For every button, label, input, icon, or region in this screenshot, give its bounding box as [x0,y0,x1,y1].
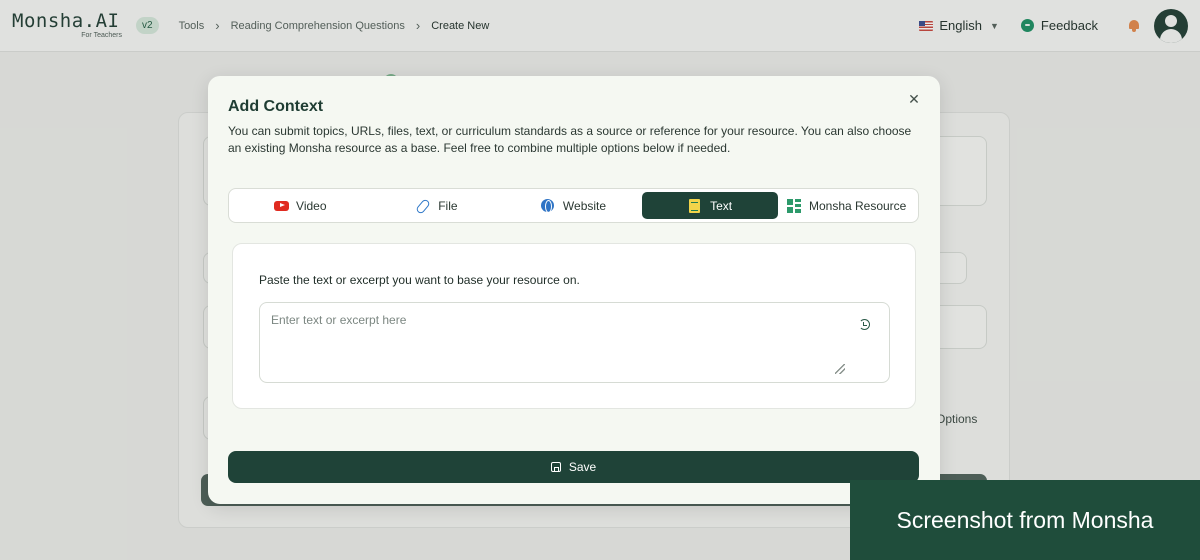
tab-monsha-resource[interactable]: Monsha Resource [778,192,915,219]
paperclip-icon [416,199,430,213]
globe-icon [540,198,555,213]
grid-icon [786,198,801,213]
tab-video-label: Video [296,198,327,213]
history-icon[interactable] [859,319,870,330]
tab-file[interactable]: File [369,192,506,219]
resize-handle-icon[interactable] [835,364,845,374]
tab-monsha-resource-label: Monsha Resource [808,198,907,213]
add-context-modal: ✕ Add Context You can submit topics, URL… [208,76,940,504]
tab-text-label: Text [710,198,733,213]
tab-text[interactable]: Text [641,192,779,219]
context-tabs: Video File Website Text Monsha Resource [228,188,919,223]
document-icon [688,198,702,213]
watermark-banner: Screenshot from Monsha [850,480,1200,560]
save-button-label: Save [568,460,597,474]
text-excerpt-input[interactable] [260,303,889,382]
text-input-wrapper [259,302,890,383]
save-button[interactable]: Save [228,451,919,483]
tab-video[interactable]: Video [232,192,369,219]
youtube-icon [274,199,290,213]
save-icon [550,462,561,472]
text-input-label: Paste the text or excerpt you want to ba… [259,273,580,287]
tab-file-label: File [438,198,458,213]
text-input-panel: Paste the text or excerpt you want to ba… [232,243,916,409]
tab-website[interactable]: Website [505,192,642,219]
tab-website-label: Website [562,198,607,213]
modal-description: You can submit topics, URLs, files, text… [228,124,912,155]
close-icon[interactable]: ✕ [906,91,922,107]
modal-title: Add Context [228,98,324,115]
